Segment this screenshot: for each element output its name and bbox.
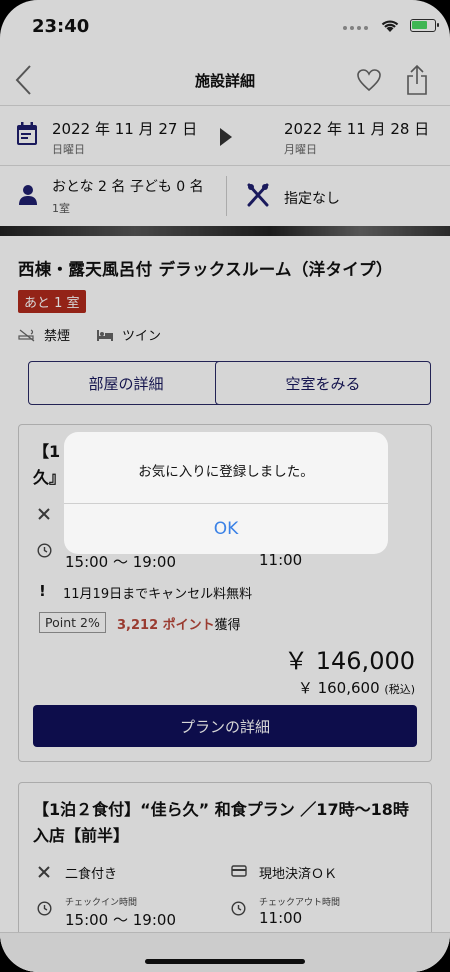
phone-screen: 23:40 施設詳細 2022 年 11 月 27 日 日曜日 2022 年 1… — [0, 0, 450, 972]
favorite-added-alert: お気に入りに登録しました。 OK — [64, 432, 388, 554]
alert-message: お気に入りに登録しました。 — [138, 464, 314, 480]
alert-ok-button[interactable]: OK — [64, 504, 388, 554]
